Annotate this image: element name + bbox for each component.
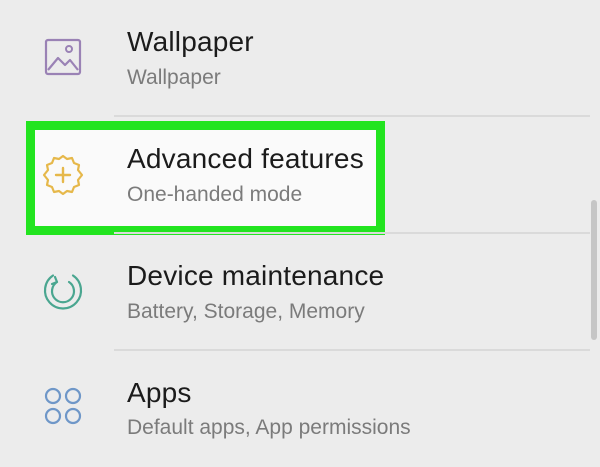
settings-item-subtitle: Wallpaper xyxy=(127,66,221,89)
settings-item-title: Device maintenance xyxy=(127,260,385,291)
scrollbar[interactable] xyxy=(591,200,597,340)
settings-item-wallpaper[interactable]: Wallpaper Wallpaper xyxy=(0,0,590,116)
settings-item-subtitle: One-handed mode xyxy=(127,183,303,206)
settings-list: Wallpaper Wallpaper Advanced features On… xyxy=(0,0,600,450)
settings-item-subtitle: Battery, Storage, Memory xyxy=(127,300,365,323)
settings-item-subtitle: Default apps, App permissions xyxy=(127,416,411,439)
settings-item-title: Advanced features xyxy=(127,143,364,174)
settings-item-device-maintenance[interactable]: Device maintenance Battery, Storage, Mem… xyxy=(0,234,590,350)
device-maintenance-icon xyxy=(38,266,88,316)
apps-icon xyxy=(38,381,88,431)
settings-item-title: Apps xyxy=(127,377,192,408)
gear-plus-icon xyxy=(38,150,88,200)
wallpaper-icon xyxy=(38,32,88,82)
settings-item-title: Wallpaper xyxy=(127,26,254,57)
settings-item-advanced-features[interactable]: Advanced features One-handed mode xyxy=(0,117,590,233)
